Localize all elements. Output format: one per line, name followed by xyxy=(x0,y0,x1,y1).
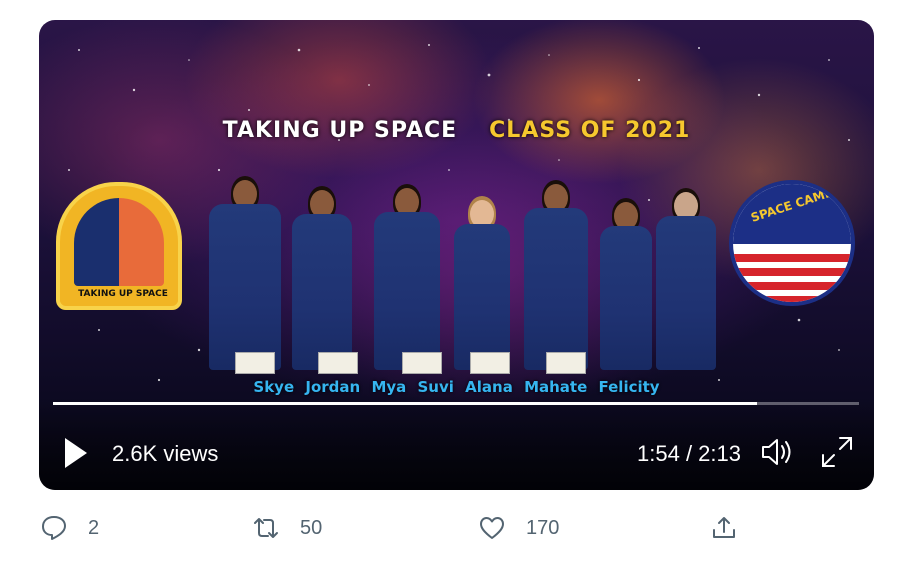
share-icon xyxy=(713,517,735,538)
progress-fill xyxy=(53,402,758,405)
student-figure xyxy=(524,180,588,374)
title-class-of-2021: CLASS OF 2021 xyxy=(489,118,691,143)
student-figure xyxy=(292,186,358,374)
name-label: Jordan xyxy=(305,378,361,396)
name-label: Mahate xyxy=(524,378,588,396)
student-names: Skye Jordan Mya Suvi Alana Mahate Felici… xyxy=(39,378,874,396)
space-camp-patch: SPACE CAMP xyxy=(729,180,855,306)
student-figure xyxy=(656,188,716,370)
retweet-icon xyxy=(254,518,278,538)
view-count: 2.6K views xyxy=(112,441,219,466)
video-player[interactable]: TAKING UP SPACE CLASS OF 2021 TAKING UP S… xyxy=(39,20,874,490)
playback-time: 1:54 / 2:13 xyxy=(637,441,741,466)
student-figure xyxy=(454,196,510,374)
like-count: 170 xyxy=(526,516,560,539)
patch-stripes xyxy=(733,254,851,302)
patch-left-label: TAKING UP SPACE xyxy=(60,286,178,302)
taking-up-space-patch: TAKING UP SPACE xyxy=(56,182,182,310)
like-button[interactable]: 170 xyxy=(478,508,559,548)
title-taking-up-space: TAKING UP SPACE xyxy=(222,118,458,143)
play-button[interactable] xyxy=(63,436,89,470)
name-label: Suvi xyxy=(417,378,454,396)
reply-count: 2 xyxy=(88,516,100,539)
name-label: Felicity xyxy=(598,378,660,396)
astronaut-illustration xyxy=(74,198,164,286)
share-button[interactable] xyxy=(710,508,738,548)
student-figure xyxy=(600,198,652,370)
student-figure xyxy=(374,184,442,374)
reply-button[interactable]: 2 xyxy=(40,508,99,548)
retweet-count: 50 xyxy=(300,516,323,539)
student-figure xyxy=(209,176,281,374)
volume-button[interactable] xyxy=(759,434,795,470)
fullscreen-button[interactable] xyxy=(819,434,855,470)
group-of-students xyxy=(204,160,724,374)
progress-scrubber[interactable] xyxy=(53,402,859,405)
name-label: Skye xyxy=(253,378,295,396)
name-label: Alana xyxy=(465,378,513,396)
volume-icon xyxy=(762,439,791,465)
retweet-button[interactable]: 50 xyxy=(252,508,322,548)
heart-icon xyxy=(480,517,504,539)
reply-icon xyxy=(42,516,66,540)
tweet-actions: 2 50 170 xyxy=(0,508,900,548)
name-label: Mya xyxy=(371,378,407,396)
video-title: TAKING UP SPACE CLASS OF 2021 xyxy=(39,118,874,143)
fullscreen-icon xyxy=(822,437,852,467)
play-icon xyxy=(65,438,87,468)
